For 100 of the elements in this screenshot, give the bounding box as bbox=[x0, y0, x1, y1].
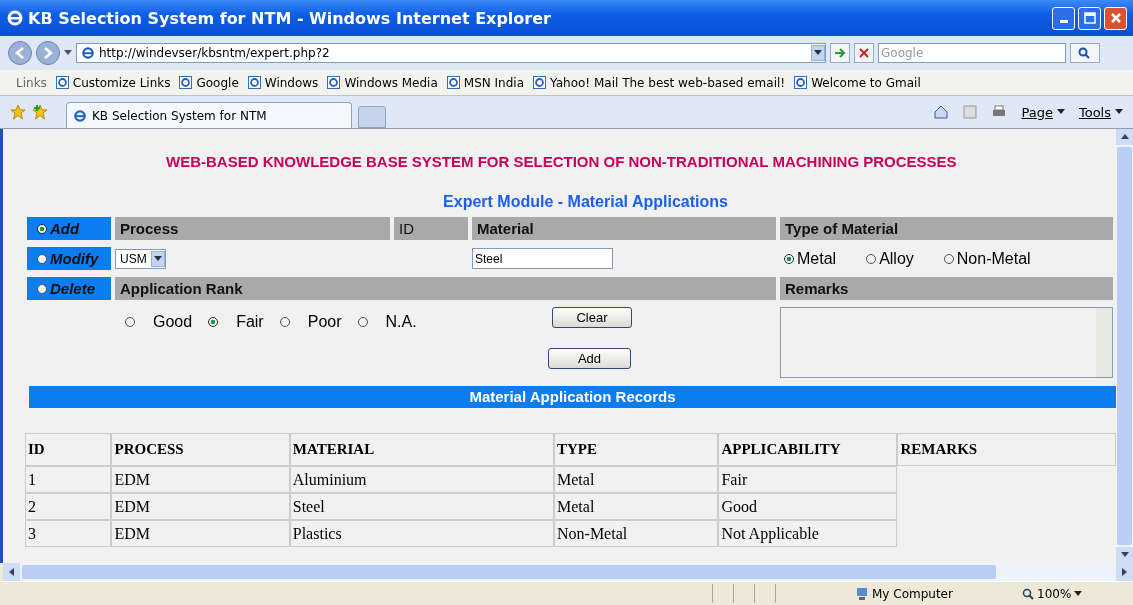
go-arrow-icon bbox=[834, 47, 846, 59]
column-header: APPLICABILITY bbox=[718, 433, 898, 466]
page-icon bbox=[81, 46, 95, 60]
process-select[interactable]: USM bbox=[115, 248, 166, 269]
mode-option[interactable]: Add bbox=[27, 217, 111, 240]
horizontal-scrollbar[interactable] bbox=[3, 563, 1133, 581]
column-header: Process bbox=[115, 217, 390, 240]
favorite-link[interactable]: Google bbox=[179, 75, 239, 90]
column-header: ID bbox=[25, 433, 112, 466]
add-button[interactable]: Add bbox=[548, 348, 631, 369]
maximize-icon bbox=[1083, 12, 1096, 24]
site-icon bbox=[179, 76, 193, 89]
site-icon bbox=[247, 76, 261, 89]
go-button[interactable] bbox=[830, 43, 850, 63]
table-cell: Non-Metal bbox=[554, 520, 719, 547]
tools-menu[interactable]: Tools bbox=[1078, 104, 1123, 120]
page-subtitle: Expert Module - Material Applications bbox=[442, 193, 729, 211]
zoom-level[interactable]: 100% bbox=[1016, 585, 1089, 602]
material-field[interactable]: Steel bbox=[472, 248, 613, 269]
dropdown-arrow-icon[interactable] bbox=[814, 50, 822, 56]
favorite-link[interactable]: Yahoo! Mail The best web-based email! bbox=[533, 75, 786, 90]
table-cell: 3 bbox=[25, 520, 112, 547]
section-header: Application Rank bbox=[115, 277, 776, 300]
browser-tab[interactable]: KB Selection System for NTM bbox=[66, 102, 352, 128]
search-icon bbox=[1078, 47, 1092, 59]
rank-option[interactable]: Good bbox=[125, 313, 193, 331]
type-option[interactable]: Non-Metal bbox=[943, 249, 1031, 268]
column-header: REMARKS bbox=[897, 433, 1116, 466]
rank-option[interactable]: Fair bbox=[208, 313, 264, 331]
column-header: Type of Material bbox=[780, 217, 1113, 240]
table-cell: Metal bbox=[554, 466, 719, 493]
favorite-link[interactable]: Customize Links bbox=[55, 75, 171, 90]
security-zone: My Computer bbox=[796, 586, 1016, 601]
type-option[interactable]: Alloy bbox=[866, 249, 914, 268]
scroll-down-icon[interactable] bbox=[1120, 552, 1129, 558]
scroll-right-icon[interactable] bbox=[1121, 568, 1128, 576]
table-cell: EDM bbox=[111, 520, 290, 547]
table-cell: Not Applicable bbox=[718, 520, 898, 547]
column-header: ID bbox=[394, 217, 468, 240]
rank-option[interactable]: N.A. bbox=[357, 313, 417, 331]
minimize-button[interactable] bbox=[1052, 6, 1075, 30]
remarks-field[interactable] bbox=[780, 307, 1113, 378]
mode-option[interactable]: Delete bbox=[27, 277, 111, 300]
column-header: TYPE bbox=[554, 433, 719, 466]
section-header: Remarks bbox=[780, 277, 1113, 300]
favorite-link[interactable]: Windows Media bbox=[327, 75, 438, 90]
dropdown-arrow-icon bbox=[153, 255, 162, 262]
column-header: Material bbox=[472, 217, 776, 240]
favorite-link[interactable]: Welcome to Gmail bbox=[794, 75, 921, 90]
links-label: Links bbox=[16, 75, 47, 90]
address-field[interactable]: http://windevser/kbsntm/expert.php?2 bbox=[76, 43, 826, 63]
maximize-button[interactable] bbox=[1078, 6, 1101, 30]
dropdown-arrow-icon[interactable] bbox=[64, 50, 72, 56]
column-header: PROCESS bbox=[111, 433, 290, 466]
table-cell: 2 bbox=[25, 493, 112, 520]
site-icon bbox=[327, 76, 341, 89]
mode-option[interactable]: Modify bbox=[27, 247, 111, 270]
scroll-up-icon[interactable] bbox=[1120, 134, 1129, 140]
site-icon bbox=[55, 76, 69, 89]
minimize-icon bbox=[1059, 20, 1068, 23]
site-icon bbox=[446, 76, 460, 89]
table-cell: Fair bbox=[718, 466, 898, 493]
table-cell: Good bbox=[718, 493, 898, 520]
home-icon[interactable] bbox=[933, 104, 950, 120]
table-cell: Metal bbox=[554, 493, 719, 520]
page-title: WEB-BASED KNOWLEDGE BASE SYSTEM FOR SELECTION OF NON-TRADITIONAL MACHINING PROCESSES bbox=[166, 153, 958, 170]
table-cell: Plastics bbox=[289, 520, 554, 547]
table-cell: 1 bbox=[25, 466, 112, 493]
rank-option[interactable]: Poor bbox=[279, 313, 342, 331]
caret-icon bbox=[1074, 590, 1083, 597]
type-option[interactable]: Metal bbox=[784, 249, 837, 268]
caret-icon bbox=[1115, 109, 1123, 115]
column-header: MATERIAL bbox=[289, 433, 554, 466]
page-icon bbox=[73, 108, 87, 123]
search-button[interactable] bbox=[1070, 43, 1100, 63]
window-title: KB Selection System for NTM - Windows Internet Explorer bbox=[28, 8, 552, 28]
stop-icon bbox=[858, 47, 870, 59]
favorites-star-icon[interactable] bbox=[10, 104, 26, 120]
browser-logo-icon bbox=[6, 9, 24, 27]
stop-button[interactable] bbox=[854, 43, 874, 63]
add-favorite-icon[interactable] bbox=[32, 104, 48, 120]
close-icon bbox=[1109, 12, 1122, 24]
favorite-link[interactable]: MSN India bbox=[446, 75, 524, 90]
clear-button[interactable]: Clear bbox=[552, 307, 632, 328]
forward-button[interactable] bbox=[36, 41, 60, 65]
table-cell: Steel bbox=[289, 493, 554, 520]
back-button[interactable] bbox=[8, 41, 32, 65]
search-field[interactable]: Google bbox=[878, 43, 1066, 63]
magnifier-icon bbox=[1022, 587, 1034, 600]
table-cell: EDM bbox=[111, 493, 290, 520]
vertical-scrollbar[interactable] bbox=[1116, 129, 1133, 563]
table-cell: Aluminium bbox=[289, 466, 554, 493]
close-button[interactable] bbox=[1104, 6, 1127, 30]
caret-icon bbox=[1056, 109, 1065, 115]
favorite-link[interactable]: Windows bbox=[247, 75, 319, 90]
site-icon bbox=[533, 76, 546, 89]
page-menu[interactable]: Page bbox=[1021, 104, 1065, 120]
site-icon bbox=[794, 76, 808, 89]
scroll-left-icon[interactable] bbox=[8, 568, 15, 576]
computer-icon bbox=[856, 586, 868, 601]
